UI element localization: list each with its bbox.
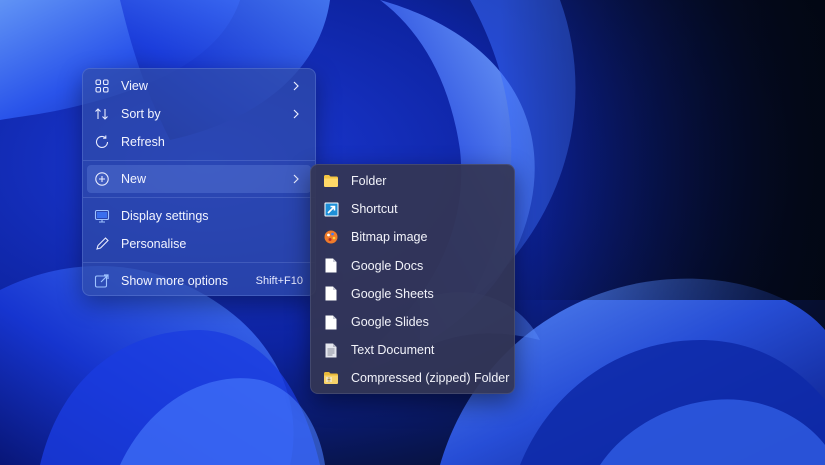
keyboard-shortcut: Shift+F10	[255, 275, 303, 287]
submenu-item-label: Text Document	[351, 343, 435, 358]
menu-item-sort-by[interactable]: Sort by	[87, 100, 311, 128]
document-icon	[323, 258, 339, 274]
submenu-item-shortcut[interactable]: Shortcut	[315, 195, 510, 223]
menu-separator	[83, 262, 315, 263]
chevron-right-icon	[289, 107, 303, 121]
sort-icon	[93, 105, 111, 123]
chevron-right-icon	[289, 79, 303, 93]
menu-separator	[83, 197, 315, 198]
submenu-item-label: Folder	[351, 174, 387, 189]
paint-icon	[323, 229, 339, 245]
menu-item-label: Personalise	[121, 237, 187, 251]
submenu-item-google-sheets[interactable]: Google Sheets	[315, 280, 510, 308]
menu-item-display-settings[interactable]: Display settings	[87, 202, 311, 230]
shortcut-icon	[323, 201, 339, 217]
document-icon	[323, 286, 339, 302]
submenu-item-google-docs[interactable]: Google Docs	[315, 252, 510, 280]
submenu-item-label: Google Sheets	[351, 286, 434, 301]
refresh-icon	[93, 133, 111, 151]
submenu-item-google-slides[interactable]: Google Slides	[315, 308, 510, 336]
menu-item-personalise[interactable]: Personalise	[87, 230, 311, 258]
folder-icon	[323, 173, 339, 189]
grid-icon	[93, 77, 111, 95]
menu-item-show-more-options[interactable]: Show more options Shift+F10	[87, 267, 311, 295]
menu-item-view[interactable]: View	[87, 72, 311, 100]
submenu-item-label: Google Docs	[351, 258, 424, 273]
menu-item-label: New	[121, 172, 147, 186]
menu-separator	[83, 160, 315, 161]
desktop-context-menu: View Sort by Refresh New Display setting…	[82, 68, 316, 296]
desktop[interactable]: View Sort by Refresh New Display setting…	[0, 0, 825, 465]
menu-item-refresh[interactable]: Refresh	[87, 128, 311, 156]
text-document-icon	[323, 342, 339, 358]
submenu-item-label: Compressed (zipped) Folder	[351, 371, 510, 386]
submenu-item-text-document[interactable]: Text Document	[315, 336, 510, 364]
menu-item-label: Show more options	[121, 274, 229, 288]
submenu-item-compressed-folder[interactable]: Compressed (zipped) Folder	[315, 364, 510, 392]
new-submenu: Folder Shortcut Bitmap image Google Docs…	[310, 164, 515, 394]
submenu-item-label: Google Slides	[351, 315, 429, 330]
menu-item-label: Refresh	[121, 135, 165, 149]
chevron-right-icon	[289, 172, 303, 186]
submenu-item-folder[interactable]: Folder	[315, 167, 510, 195]
submenu-item-label: Bitmap image	[351, 230, 428, 245]
display-icon	[93, 207, 111, 225]
pen-icon	[93, 235, 111, 253]
menu-item-label: Display settings	[121, 209, 209, 223]
plus-circle-icon	[93, 170, 111, 188]
submenu-item-bitmap-image[interactable]: Bitmap image	[315, 223, 510, 251]
menu-item-label: View	[121, 79, 148, 93]
share-icon	[93, 272, 111, 290]
menu-item-new[interactable]: New	[87, 165, 311, 193]
document-icon	[323, 314, 339, 330]
submenu-item-label: Shortcut	[351, 202, 398, 217]
menu-item-label: Sort by	[121, 107, 161, 121]
zip-folder-icon	[323, 370, 339, 386]
